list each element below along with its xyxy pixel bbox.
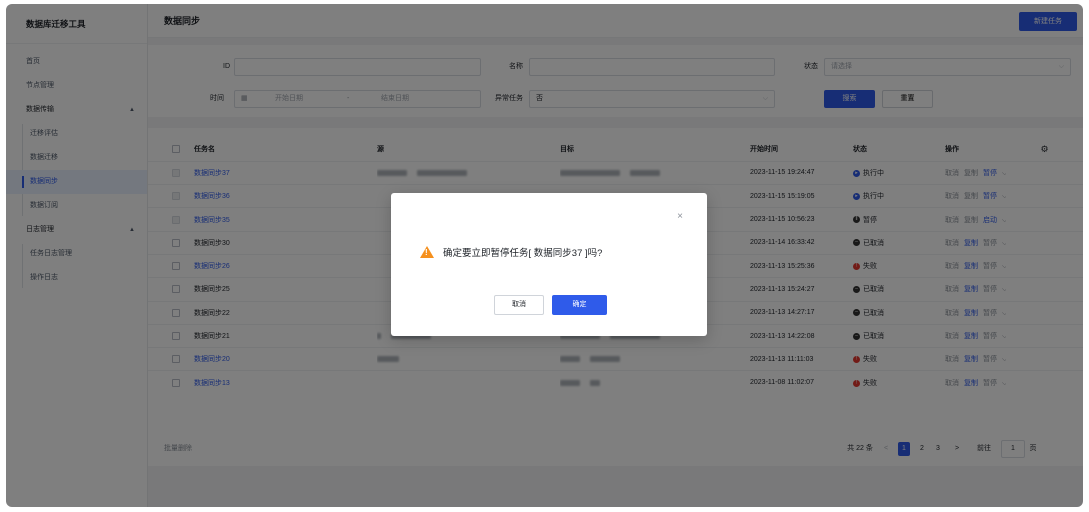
- dialog-confirm-button[interactable]: 确定: [552, 295, 607, 315]
- warning-icon: [420, 246, 434, 258]
- confirm-pause-dialog: × 确定要立即暂停任务[ 数据同步37 ]吗? 取消 确定: [391, 193, 707, 336]
- dialog-message: 确定要立即暂停任务[ 数据同步37 ]吗?: [443, 248, 603, 259]
- dialog-cancel-button[interactable]: 取消: [494, 295, 544, 315]
- close-icon[interactable]: ×: [677, 211, 683, 222]
